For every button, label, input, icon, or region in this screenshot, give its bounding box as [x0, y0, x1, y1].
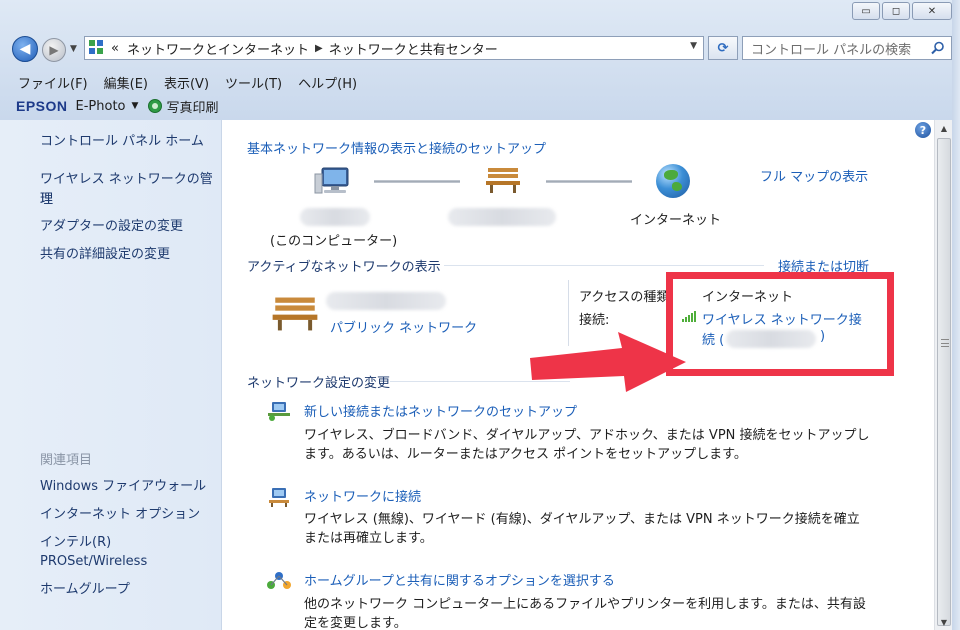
internet-label: インターネット	[630, 213, 722, 228]
access-type-label: アクセスの種類:	[579, 290, 674, 305]
back-button[interactable]: ◀	[12, 36, 38, 62]
task-connect-network-link[interactable]: ネットワークに接続	[304, 486, 421, 505]
address-bar[interactable]: « ネットワークとインターネット ▶ ネットワークと共有センター ▼	[84, 36, 704, 60]
map-connector	[374, 180, 460, 183]
sidebar-item-intel-proset[interactable]: インテル(R)	[40, 533, 111, 553]
menu-file[interactable]: ファイル(F)	[18, 73, 88, 92]
breadcrumb-network-internet[interactable]: ネットワークとインターネット	[127, 39, 309, 58]
menu-bar: ファイル(F) 編集(E) 表示(V) ツール(T) ヘルプ(H)	[0, 70, 960, 94]
epson-toolbar: EPSON E-Photo ▼ 写真印刷	[0, 95, 960, 117]
window-controls: ▭ ◻ ✕	[852, 2, 952, 20]
sidebar-item-internet-options[interactable]: インターネット オプション	[40, 505, 200, 525]
task-connect-network-desc-2: または再確立します。	[304, 531, 433, 546]
full-map-link[interactable]: フル マップの表示	[760, 166, 868, 185]
related-heading: 関連項目	[40, 453, 93, 468]
epson-logo: EPSON	[16, 98, 68, 114]
breadcrumb-overflow[interactable]: «	[111, 41, 119, 56]
internet-globe-icon	[656, 164, 690, 198]
task-connect-network-desc: ワイヤレス (無線)、ワイヤード (有線)、ダイヤルアップ、または VPN ネッ…	[304, 512, 860, 527]
public-network-link[interactable]: パブリック ネットワーク	[330, 317, 477, 336]
sidebar-item-advanced-sharing[interactable]: 共有の詳細設定の変更	[40, 245, 170, 265]
task-new-connection-link[interactable]: 新しい接続またはネットワークのセットアップ	[304, 401, 577, 420]
scroll-up-icon[interactable]: ▲	[936, 120, 952, 136]
task-homegroup-link[interactable]: ホームグループと共有に関するオプションを選択する	[304, 570, 615, 589]
section-divider	[444, 265, 764, 266]
chevron-down-icon[interactable]: ▼	[132, 101, 139, 111]
photo-print-icon[interactable]	[148, 99, 163, 113]
sidebar-item-homegroup[interactable]: ホームグループ	[40, 580, 130, 600]
sidebar-item-manage-wireless[interactable]: ワイヤレス ネットワークの管理	[40, 170, 221, 210]
network-name-redacted	[448, 208, 556, 226]
vertical-scrollbar[interactable]: ▲ ▼	[934, 120, 952, 630]
scrollbar-thumb[interactable]	[937, 138, 951, 626]
search-placeholder: コントロール パネルの検索	[751, 42, 912, 58]
basic-network-title: 基本ネットワーク情報の表示と接続のセットアップ	[247, 142, 547, 157]
sidebar-item-manage-wireless-wrap[interactable]: 理	[40, 190, 53, 210]
sidebar-item-adapter-settings[interactable]: アダプターの設定の変更	[40, 217, 183, 237]
active-networks-title: アクティブなネットワークの表示	[247, 260, 441, 275]
left-navigation-pane: コントロール パネル ホーム ワイヤレス ネットワークの管理 理 アダプターの設…	[0, 120, 222, 630]
navigation-bar: ◀ ▶ ▼ « ネットワークとインターネット ▶ ネットワークと共有センター ▼…	[8, 34, 952, 64]
recent-pages-dropdown[interactable]: ▼	[70, 44, 77, 54]
task-homegroup-desc: 他のネットワーク コンピューター上にあるファイルやプリンターを利用します。または…	[304, 597, 866, 612]
active-network-name-redacted	[326, 292, 446, 310]
photo-print-button[interactable]: 写真印刷	[166, 97, 218, 116]
new-connection-icon	[268, 402, 290, 421]
menu-edit[interactable]: 編集(E)	[104, 73, 148, 92]
breadcrumb-network-sharing-center[interactable]: ネットワークと共有センター	[329, 39, 498, 58]
ephoto-menu[interactable]: E-Photo	[76, 99, 126, 114]
sidebar-item-control-panel-home[interactable]: コントロール パネル ホーム	[40, 132, 204, 152]
map-connector	[546, 180, 632, 183]
scrollbar-grip-icon	[941, 339, 949, 347]
sidebar-item-windows-firewall[interactable]: Windows ファイアウォール	[40, 477, 206, 497]
connect-network-icon	[269, 488, 289, 507]
control-panel-icon	[89, 40, 105, 56]
close-button[interactable]: ✕	[912, 2, 952, 20]
scroll-down-icon[interactable]: ▼	[936, 614, 952, 630]
menu-help[interactable]: ヘルプ(H)	[298, 73, 357, 92]
menu-view[interactable]: 表示(V)	[164, 73, 209, 92]
change-settings-title: ネットワーク設定の変更	[247, 376, 391, 391]
bench-icon	[486, 168, 520, 193]
breadcrumb-separator-icon[interactable]: ▶	[315, 43, 323, 54]
menu-tools[interactable]: ツール(T)	[225, 73, 282, 92]
homegroup-icon	[267, 572, 291, 589]
task-new-connection-desc: ワイヤレス、ブロードバンド、ダイヤルアップ、アドホック、または VPN 接続をセ…	[304, 428, 870, 443]
task-homegroup-desc-2: 定を変更します。	[304, 616, 407, 630]
search-icon[interactable]	[931, 41, 945, 55]
this-computer-label: (このコンピューター)	[270, 234, 398, 249]
search-input[interactable]: コントロール パネルの検索	[742, 36, 952, 60]
sidebar-item-intel-proset-wrap[interactable]: PROSet/Wireless	[40, 552, 147, 572]
computer-name-redacted	[300, 208, 370, 226]
help-icon[interactable]: ?	[915, 122, 931, 138]
connection-label: 接続:	[579, 313, 610, 328]
forward-button[interactable]: ▶	[42, 38, 66, 62]
refresh-button[interactable]: ⟳	[708, 36, 738, 60]
computer-icon	[314, 167, 349, 194]
minimize-button[interactable]: ▭	[852, 2, 880, 20]
task-new-connection-desc-2: ます。あるいは、ルーターまたはアクセス ポイントをセットアップします。	[304, 447, 747, 462]
annotation-highlight-box	[666, 272, 894, 376]
public-network-bench-icon	[272, 297, 318, 331]
window-chrome: ▭ ◻ ✕ ◀ ▶ ▼ « ネットワークとインターネット ▶ ネットワークと共有…	[0, 0, 960, 120]
window-border	[952, 0, 960, 630]
annotation-arrow-icon	[530, 332, 686, 392]
address-dropdown-icon[interactable]: ▼	[690, 41, 697, 51]
maximize-button[interactable]: ◻	[882, 2, 910, 20]
